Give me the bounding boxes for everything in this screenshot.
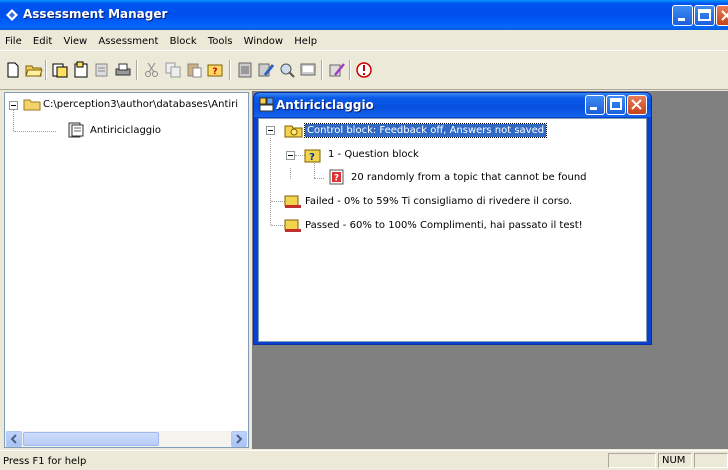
maximize-icon — [610, 98, 622, 110]
chevron-left-icon — [10, 434, 17, 444]
menu-view[interactable]: View — [63, 36, 87, 47]
chevron-right-icon — [236, 434, 243, 444]
status-panel-scroll — [694, 453, 728, 468]
assessment-window[interactable]: Antiriciclaggio Control block: Feedback … — [253, 92, 652, 345]
maximize-icon — [698, 9, 711, 21]
tree-collapse-toggle[interactable] — [9, 101, 18, 110]
folder-icon — [23, 99, 41, 111]
maximize-button[interactable] — [694, 5, 715, 26]
child-close-button[interactable] — [627, 95, 647, 115]
outcome-failed-node[interactable]: Failed - 0% to 59% Ti consigliamo di riv… — [305, 196, 572, 207]
scroll-thumb[interactable] — [23, 432, 159, 446]
properties-icon[interactable] — [236, 61, 254, 79]
preview-icon[interactable] — [299, 61, 317, 79]
menu-tools[interactable]: Tools — [208, 36, 233, 47]
status-help-text: Press F1 for help — [3, 456, 87, 467]
status-panel-num: NUM — [658, 453, 692, 468]
question-block-node[interactable]: 1 - Question block — [328, 149, 419, 160]
find-icon[interactable] — [278, 61, 296, 79]
svg-text:?: ? — [212, 67, 217, 77]
app-icon — [6, 9, 18, 21]
status-bar: Press F1 for help NUM — [0, 450, 728, 470]
assessment-window-title: Antiriciclaggio — [276, 98, 374, 112]
scroll-left-button[interactable] — [6, 431, 22, 447]
question-block-collapse-toggle[interactable] — [286, 151, 295, 160]
assessment-wizard-icon[interactable] — [328, 61, 346, 79]
title-bar[interactable]: Assessment Manager — [0, 0, 728, 30]
outcome-failed-icon — [284, 195, 301, 208]
horizontal-scrollbar[interactable] — [5, 431, 248, 447]
insert-question-icon[interactable]: ? — [206, 61, 224, 79]
window-title: Assessment Manager — [23, 7, 168, 21]
assessment-icon — [68, 122, 84, 138]
new-block-icon[interactable] — [51, 61, 69, 79]
toolbar: ? — [0, 50, 728, 90]
menu-edit[interactable]: Edit — [33, 36, 52, 47]
copy-icon[interactable] — [164, 61, 182, 79]
menu-file[interactable]: File — [5, 36, 22, 47]
tree-root-path[interactable]: C:\perception3\author\databases\Antiri — [43, 99, 238, 110]
close-icon — [631, 99, 642, 110]
num-lock-indicator: NUM — [662, 455, 686, 466]
menu-bar: File Edit View Assessment Block Tools Wi… — [0, 30, 728, 50]
edit-question-icon[interactable] — [257, 61, 275, 79]
close-icon — [721, 10, 728, 21]
database-tree-pane[interactable]: C:\perception3\author\databases\Antiri A… — [4, 92, 249, 448]
print-preview-icon[interactable] — [93, 61, 111, 79]
menu-assessment[interactable]: Assessment — [98, 36, 158, 47]
menu-help[interactable]: Help — [294, 36, 317, 47]
assessment-window-icon — [259, 97, 274, 112]
cut-icon[interactable] — [143, 61, 161, 79]
assessment-window-title-bar[interactable]: Antiriciclaggio — [254, 93, 651, 117]
status-panel-empty — [608, 453, 656, 468]
menu-block[interactable]: Block — [170, 36, 197, 47]
paste-icon[interactable] — [185, 61, 203, 79]
random-question-icon: ? — [329, 169, 344, 185]
menu-window[interactable]: Window — [244, 36, 283, 47]
outcome-passed-node[interactable]: Passed - 60% to 100% Complimenti, hai pa… — [305, 220, 583, 231]
close-button[interactable] — [716, 5, 728, 26]
tree-item-assessment[interactable]: Antiriciclaggio — [90, 125, 161, 136]
new-document-icon[interactable] — [4, 61, 22, 79]
print-icon[interactable] — [114, 61, 132, 79]
svg-text:?: ? — [334, 174, 339, 184]
open-folder-icon[interactable] — [25, 61, 43, 79]
info-icon[interactable] — [355, 61, 373, 79]
question-block-icon: ? — [304, 149, 321, 163]
child-minimize-button[interactable] — [585, 95, 605, 115]
control-block-node[interactable]: Control block: Feedback off, Answers not… — [303, 123, 548, 138]
scroll-right-button[interactable] — [231, 431, 247, 447]
outcome-passed-icon — [284, 219, 301, 232]
minimize-icon — [678, 18, 685, 21]
control-block-icon — [284, 125, 303, 138]
child-maximize-button[interactable] — [606, 95, 626, 115]
svg-text:?: ? — [309, 152, 315, 163]
control-block-collapse-toggle[interactable] — [266, 126, 275, 135]
minimize-icon — [590, 107, 597, 110]
minimize-button[interactable] — [672, 5, 693, 26]
assessment-tree[interactable]: Control block: Feedback off, Answers not… — [258, 118, 647, 342]
new-question-icon[interactable] — [72, 61, 90, 79]
random-questions-node[interactable]: 20 randomly from a topic that cannot be … — [351, 172, 587, 183]
